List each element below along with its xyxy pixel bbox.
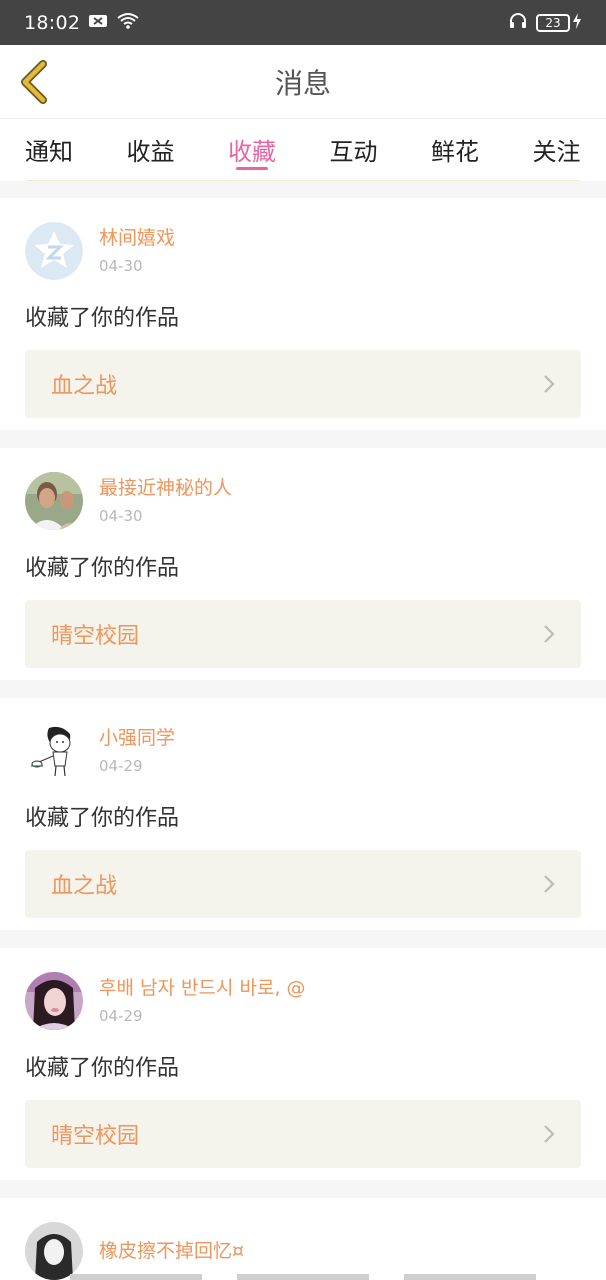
user-row: 小强同学 04-29: [25, 722, 581, 780]
headphones-icon: [508, 11, 528, 35]
username[interactable]: 小强同学: [99, 727, 175, 750]
chevron-right-icon: [544, 375, 555, 393]
avatar[interactable]: [25, 972, 83, 1030]
nav-segment: [237, 1274, 369, 1280]
username[interactable]: 林间嬉戏: [99, 227, 175, 250]
item-date: 04-29: [99, 757, 143, 776]
work-link[interactable]: 晴空校园: [25, 600, 581, 668]
back-arrow-icon: [21, 60, 47, 104]
user-row: 橡皮擦不掉回忆¤: [25, 1222, 581, 1280]
tab-notifications[interactable]: 通知: [25, 119, 127, 181]
tab-bar: 通知 收益 收藏 互动 鲜花 关注: [0, 119, 606, 181]
item-date: 04-29: [99, 1007, 143, 1026]
username[interactable]: 橡皮擦不掉回忆¤: [99, 1240, 244, 1263]
back-button[interactable]: [18, 59, 50, 105]
photo-avatar-icon: [25, 472, 83, 530]
navigation-bar: [0, 1274, 606, 1280]
tab-divider: [26, 180, 580, 181]
photo-avatar-icon: [25, 972, 83, 1030]
photo-avatar-icon: [25, 1222, 83, 1280]
item-date: 04-30: [99, 257, 143, 276]
charging-icon: [572, 12, 582, 33]
battery-level: 23: [536, 13, 570, 32]
user-info: 最接近神秘的人 04-30: [99, 477, 232, 526]
username[interactable]: 最接近神秘的人: [99, 477, 232, 500]
feed-item: 橡皮擦不掉回忆¤: [0, 1198, 606, 1280]
user-row: 最接近神秘的人 04-30: [25, 472, 581, 530]
feed-item: 林间嬉戏 04-30 收藏了你的作品 血之战: [0, 198, 606, 430]
user-info: 橡皮擦不掉回忆¤: [99, 1240, 244, 1263]
user-info: 후배 남자 반드시 바로, @ 04-29: [99, 977, 306, 1026]
chevron-right-icon: [544, 875, 555, 893]
action-text: 收藏了你的作品: [25, 556, 180, 581]
chevron-right-icon: [544, 625, 555, 643]
tab-earnings[interactable]: 收益: [127, 119, 229, 181]
action-text: 收藏了你的作品: [25, 806, 180, 831]
page-title: 消息: [274, 66, 331, 100]
action-text: 收藏了你的作品: [25, 1056, 180, 1081]
work-title: 晴空校园: [51, 1124, 140, 1149]
chevron-right-icon: [544, 1125, 555, 1143]
item-date: 04-30: [99, 507, 143, 526]
user-row: 후배 남자 반드시 바로, @ 04-29: [25, 972, 581, 1030]
default-avatar-icon: [25, 222, 83, 280]
tab-interactions[interactable]: 互动: [330, 119, 432, 181]
avatar[interactable]: [25, 472, 83, 530]
user-info: 小强同学 04-29: [99, 727, 175, 776]
work-link[interactable]: 血之战: [25, 850, 581, 918]
header: 消息: [0, 45, 606, 119]
nav-segment: [70, 1274, 202, 1280]
nav-segment: [404, 1274, 536, 1280]
notification-icon: [88, 13, 108, 33]
work-title: 血之战: [51, 374, 118, 399]
battery-indicator: 23: [536, 12, 582, 33]
cartoon-avatar-icon: [25, 722, 83, 780]
tab-follows[interactable]: 关注: [533, 119, 606, 181]
wifi-icon: [116, 12, 140, 34]
avatar[interactable]: [25, 722, 83, 780]
favorites-feed: 林间嬉戏 04-30 收藏了你的作品 血之战 最接近神秘的人 04-30 收藏了…: [0, 181, 606, 1280]
feed-item: 小强同学 04-29 收藏了你的作品 血之战: [0, 698, 606, 930]
user-info: 林间嬉戏 04-30: [99, 227, 175, 276]
avatar[interactable]: [25, 222, 83, 280]
tab-flowers[interactable]: 鲜花: [431, 119, 533, 181]
status-bar: 18:02 23: [0, 0, 606, 45]
avatar[interactable]: [25, 1222, 83, 1280]
work-title: 晴空校园: [51, 624, 140, 649]
feed-item: 후배 남자 반드시 바로, @ 04-29 收藏了你的作品 晴空校园: [0, 948, 606, 1180]
work-link[interactable]: 晴空校园: [25, 1100, 581, 1168]
work-title: 血之战: [51, 874, 118, 899]
tab-favorites[interactable]: 收藏: [228, 119, 330, 181]
action-text: 收藏了你的作品: [25, 306, 180, 331]
status-right: 23: [508, 11, 582, 35]
status-left: 18:02: [24, 12, 140, 34]
feed-item: 最接近神秘的人 04-30 收藏了你的作品 晴空校园: [0, 448, 606, 680]
username[interactable]: 후배 남자 반드시 바로, @: [99, 977, 306, 1000]
work-link[interactable]: 血之战: [25, 350, 581, 418]
status-time: 18:02: [24, 11, 81, 34]
user-row: 林间嬉戏 04-30: [25, 222, 581, 280]
